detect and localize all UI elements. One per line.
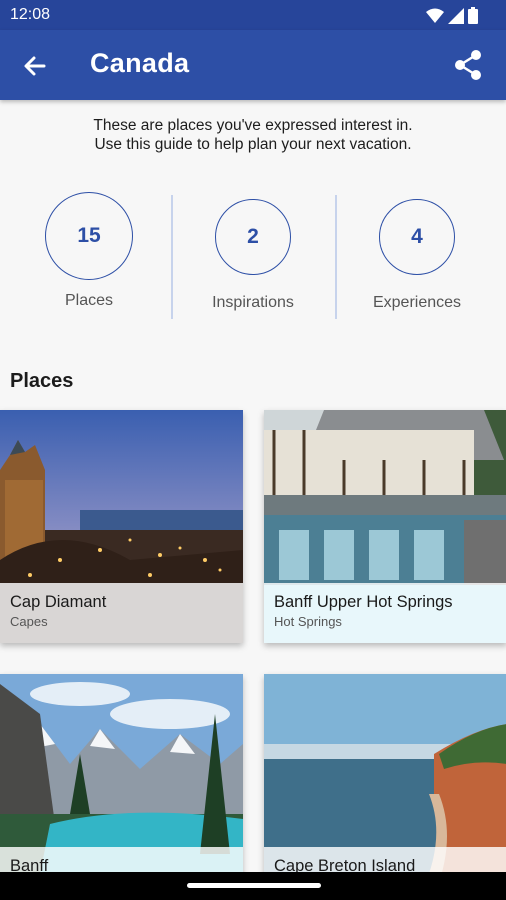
place-card[interactable]: Cape Breton Island [264,674,506,900]
place-name: Banff Upper Hot Springs [274,593,453,611]
stat-places-label: Places [64,292,114,309]
places-section-title: Places [10,370,74,392]
stat-experiences-value: 4 [379,199,455,275]
card-caption: Banff Upper Hot Springs Hot Springs [264,583,506,643]
place-type: Hot Springs [274,614,342,629]
intro-text: These are places you've expressed intere… [0,116,506,154]
back-button[interactable] [20,51,50,81]
status-bar: 12:08 [0,0,506,30]
app-bar: Canada [0,30,506,100]
stat-inspirations-label: Inspirations [212,294,294,311]
status-icons [426,7,478,24]
stat-places-value: 15 [45,192,133,280]
place-card[interactable]: Banff Upper Hot Springs Hot Springs [264,410,506,643]
status-time: 12:08 [10,6,51,23]
share-button[interactable] [452,48,484,82]
home-gesture-handle[interactable] [187,883,321,888]
stat-places[interactable]: 15 Places [5,192,173,310]
place-name: Cap Diamant [10,593,107,611]
stat-inspirations-value: 2 [215,199,291,275]
signal-icon [448,7,464,24]
place-card[interactable]: Cap Diamant Capes [0,410,243,643]
intro-line-1: These are places you've expressed intere… [93,117,413,134]
place-card[interactable]: Banff [0,674,243,900]
page-title: Canada [90,48,190,78]
card-caption: Cap Diamant Capes [0,583,243,643]
share-icon [455,50,481,80]
intro-line-2: Use this guide to help plan your next va… [94,136,412,153]
battery-icon [468,7,478,24]
wifi-icon [426,8,444,23]
system-nav-bar [0,872,506,900]
place-type: Capes [10,614,48,629]
stat-experiences[interactable]: 4 Experiences [333,192,501,312]
stat-experiences-label: Experiences [372,294,462,311]
arrow-back-icon [24,56,46,76]
stat-inspirations[interactable]: 2 Inspirations [169,192,337,312]
